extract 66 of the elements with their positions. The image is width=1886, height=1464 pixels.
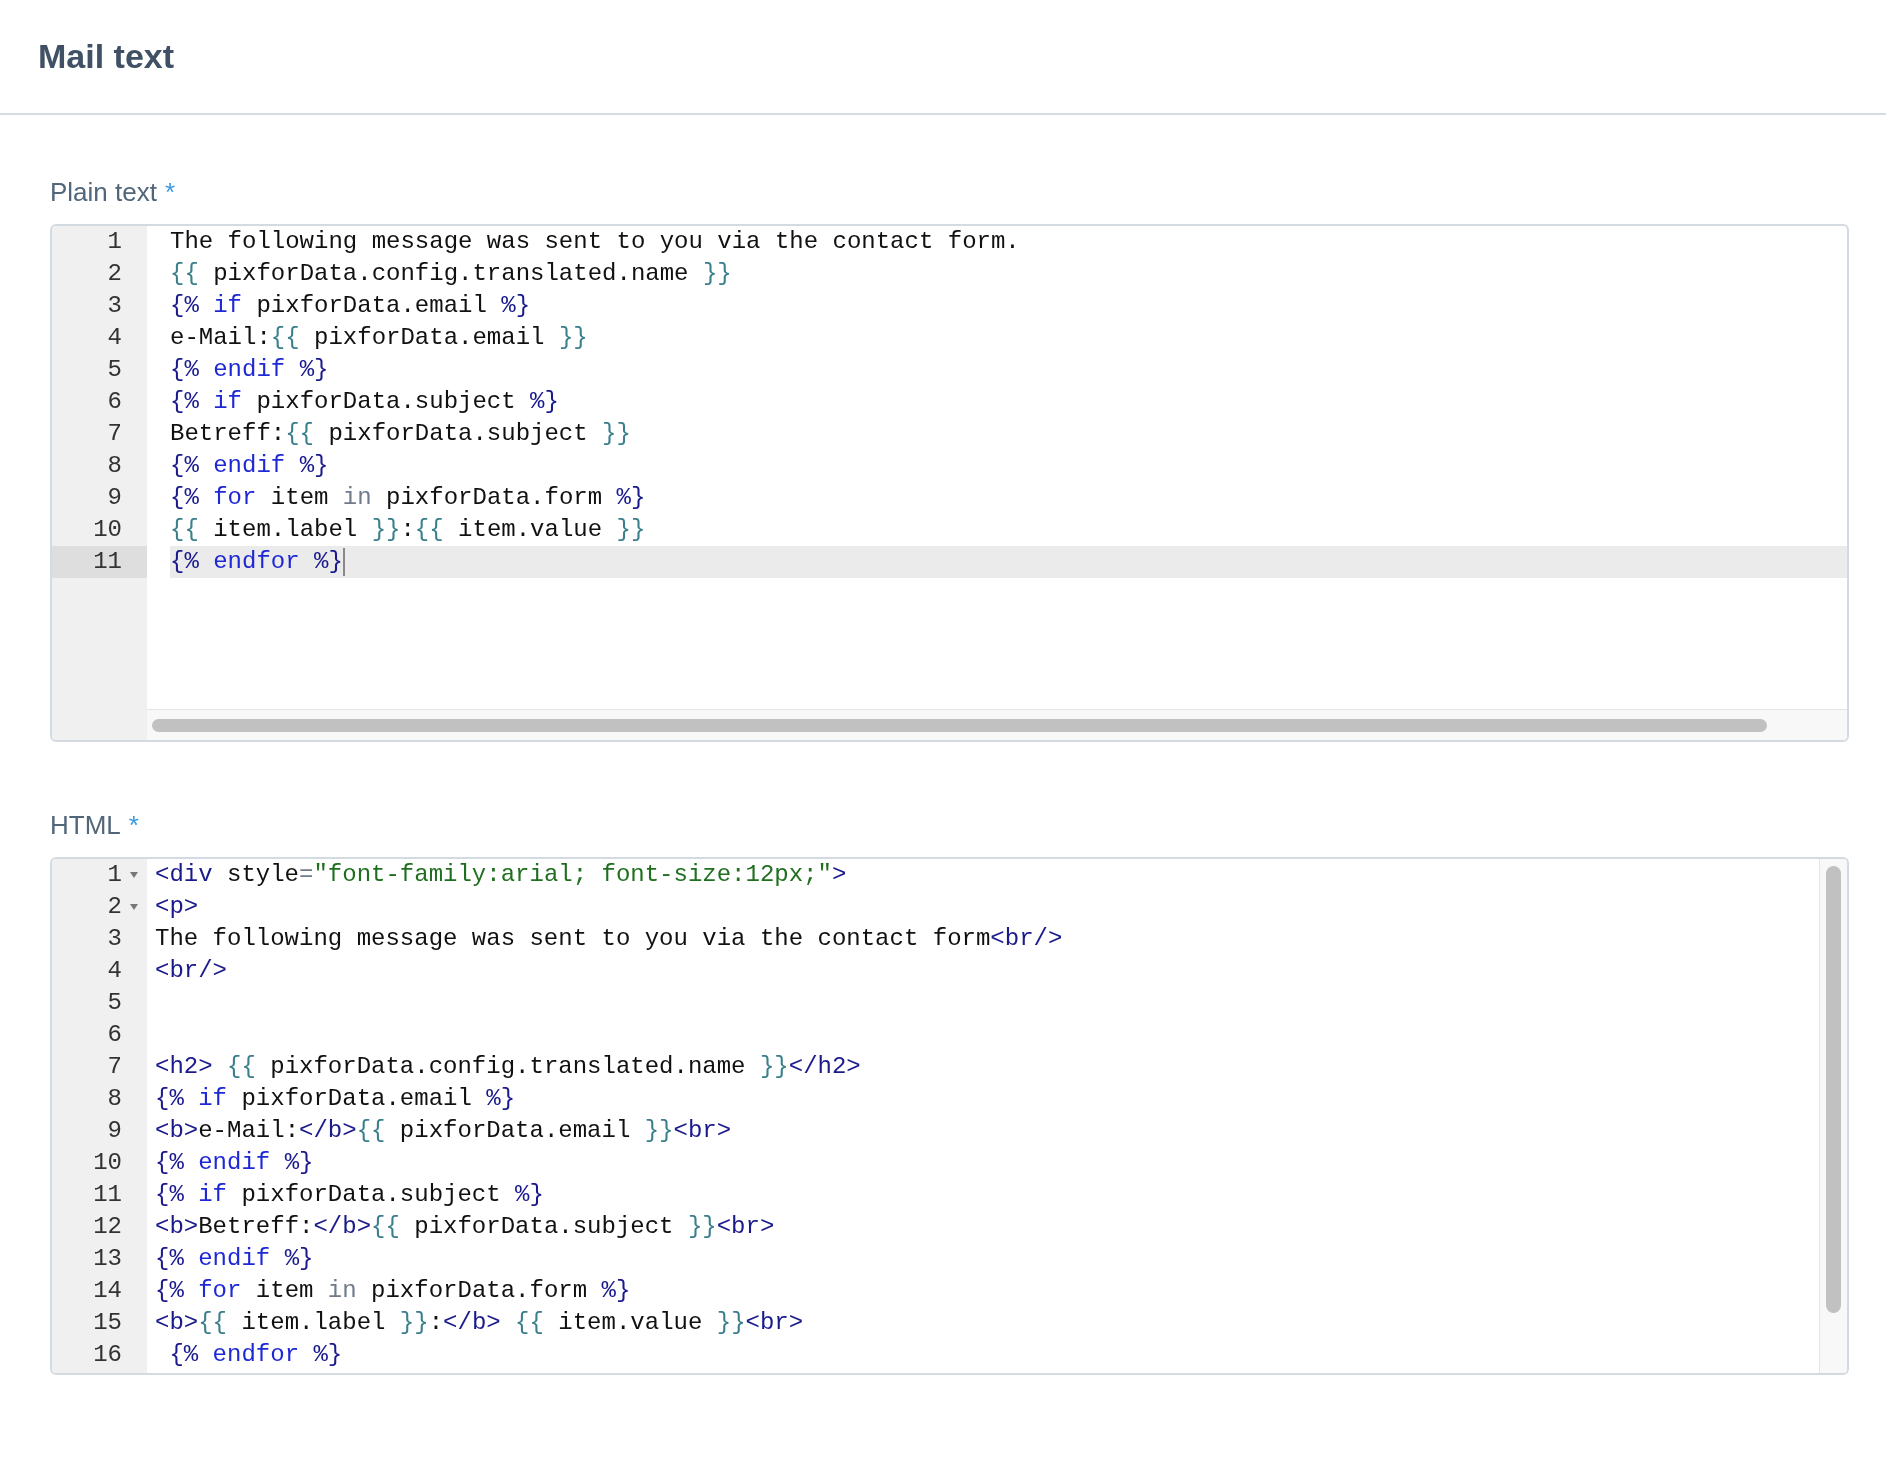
code-line: <p> (155, 892, 199, 922)
code-line: {% endif %} (170, 451, 329, 481)
code-line: {% endif %} (155, 1148, 314, 1178)
vertical-scrollbar[interactable] (1819, 859, 1847, 1373)
line-number: 8 (107, 1084, 122, 1114)
line-number: 3 (107, 924, 122, 954)
required-mark: * (128, 809, 139, 842)
code-line: {% endfor %} (170, 547, 343, 577)
code-line: The following message was sent to you via the contact form. (170, 227, 1020, 257)
line-number: 16 (93, 1340, 122, 1370)
code-line: {{ item.label }}:{{ item.value }} (170, 515, 646, 545)
line-number: 8 (107, 451, 122, 481)
code-line: {{ pixforData.config.translated.name }} (170, 259, 732, 289)
line-number: 15 (93, 1308, 122, 1338)
code-line: {% if pixforData.email %} (170, 291, 531, 321)
code-line: The following message was sent to you via the contact form<br/> (155, 924, 1063, 954)
field-label: HTML (50, 809, 121, 842)
line-number: 2 (107, 259, 122, 289)
code-line: <b>{{ item.label }}:</b> {{ item.value }}<br> (155, 1308, 804, 1338)
code-line: {% endfor %} (168, 1340, 343, 1370)
code-line: <h2> {{ pixforData.config.translated.name }}</h2> (155, 1052, 861, 1082)
code-editor[interactable] (50, 857, 1849, 1375)
code-line: {% endif %} (170, 355, 329, 385)
caret-icon[interactable] (129, 903, 139, 911)
line-number: 14 (93, 1276, 122, 1306)
line-number: 6 (107, 387, 122, 417)
code-line: e-Mail:{{ pixforData.email }} (170, 323, 588, 353)
code-line: <div style="font-family:arial; font-size:12px;"> (155, 860, 847, 890)
code-line: {% for item in pixforData.form %} (155, 1276, 631, 1306)
code-line: <b>e-Mail:</b>{{ pixforData.email }}<br> (155, 1116, 732, 1146)
code-line: {% endif %} (155, 1244, 314, 1274)
required-mark: * (164, 176, 176, 209)
line-number: 13 (93, 1244, 122, 1274)
code-editor[interactable] (50, 224, 1849, 742)
caret-icon[interactable] (129, 871, 139, 879)
line-number: 7 (107, 419, 122, 449)
line-number: 2 (107, 892, 122, 922)
line-number: 4 (107, 323, 122, 353)
text-cursor (342, 548, 345, 576)
line-number: 7 (107, 1052, 122, 1082)
line-number: 5 (107, 988, 122, 1018)
page-title: Mail text (38, 36, 175, 77)
line-number: 1 (107, 860, 122, 890)
code-line: <br/> (155, 956, 227, 986)
line-number: 3 (107, 291, 122, 321)
line-number: 9 (107, 1116, 122, 1146)
field-label: Plain text (50, 176, 157, 209)
code-line: {% if pixforData.subject %} (155, 1180, 544, 1210)
line-number: 6 (107, 1020, 122, 1050)
scrollbar-thumb[interactable] (152, 718, 1767, 732)
line-number: 10 (93, 1148, 122, 1178)
line-number: 12 (93, 1212, 122, 1242)
scrollbar-thumb[interactable] (1826, 866, 1841, 1313)
line-number: 5 (107, 355, 122, 385)
code-line: {% if pixforData.email %} (155, 1084, 516, 1114)
code-line: {% if pixforData.subject %} (170, 387, 559, 417)
line-number: 1 (107, 227, 122, 257)
code-line: {% for item in pixforData.form %} (170, 483, 646, 513)
line-number: 11 (93, 1180, 122, 1210)
code-line: Betreff:{{ pixforData.subject }} (170, 419, 631, 449)
line-number: 9 (107, 483, 122, 513)
line-number: 4 (107, 956, 122, 986)
horizontal-scrollbar[interactable] (147, 709, 1847, 740)
line-number: 11 (93, 547, 122, 577)
code-line: <b>Betreff:</b>{{ pixforData.subject }}<br> (155, 1212, 775, 1242)
line-number: 10 (93, 515, 122, 545)
